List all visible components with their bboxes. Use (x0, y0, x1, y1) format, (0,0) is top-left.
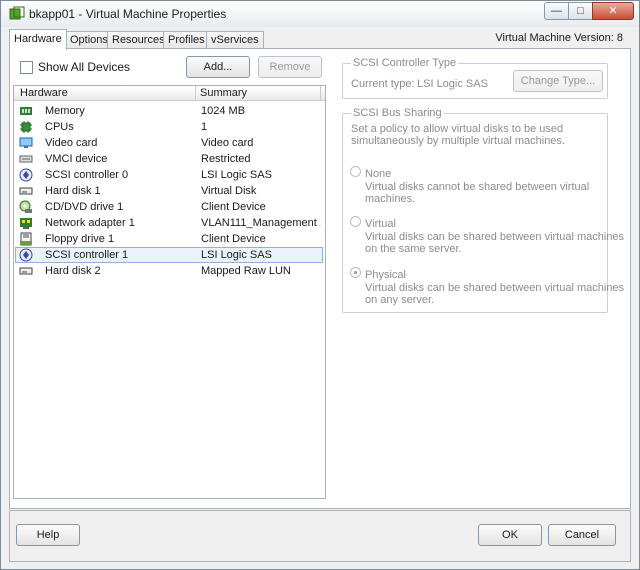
scsi-bus-sharing-title: SCSI Bus Sharing (351, 107, 444, 119)
hardware-row-network-adapter-1[interactable]: Network adapter 1 VLAN111_Management ... (15, 215, 323, 231)
hardware-name: Video card (45, 137, 98, 149)
scsi-controller-icon (19, 168, 33, 182)
hardware-summary: VLAN111_Management ... (201, 217, 321, 229)
hardware-row-video-card[interactable]: Video card Video card (15, 135, 323, 151)
hardware-name: SCSI controller 0 (45, 169, 129, 181)
bus-sharing-physical-desc: on any server. (365, 294, 435, 306)
hardware-row-floppy-drive-1[interactable]: Floppy drive 1 Client Device (15, 231, 323, 247)
cancel-button[interactable]: Cancel (548, 524, 616, 546)
title-bar: bkapp01 - Virtual Machine Properties — □… (1, 1, 639, 27)
hardware-summary: Restricted (201, 153, 251, 165)
tab-hardware[interactable]: Hardware (9, 29, 67, 50)
hardware-list-header: Hardware Summary (14, 86, 325, 101)
change-type-button[interactable]: Change Type... (513, 70, 603, 92)
floppy-drive-icon (20, 232, 32, 246)
current-type-value: LSI Logic SAS (417, 78, 488, 90)
bus-sharing-description-line: simultaneously by multiple virtual machi… (351, 135, 565, 147)
hardware-name: Network adapter 1 (45, 217, 135, 229)
minimize-button[interactable]: — (544, 2, 569, 20)
bus-sharing-virtual-desc: Virtual disks can be shared between virt… (365, 231, 625, 243)
hardware-row-scsi-controller-1[interactable]: SCSI controller 1 LSI Logic SAS (15, 247, 323, 263)
scsi-controller-icon (19, 248, 33, 262)
remove-button[interactable]: Remove (258, 56, 322, 78)
bus-sharing-none-desc: machines. (365, 193, 416, 205)
hardware-summary: LSI Logic SAS (201, 249, 272, 261)
hardware-summary: 1024 MB (201, 105, 246, 117)
hard-disk-icon (19, 187, 33, 195)
video-card-icon (19, 137, 33, 148)
tab-options[interactable]: Options (65, 31, 113, 49)
bus-sharing-physical-desc: Virtual disks can be shared between virt… (365, 282, 625, 294)
hardware-row-memory[interactable]: Memory 1024 MB (15, 103, 323, 119)
hardware-name: Hard disk 1 (45, 185, 101, 197)
memory-icon (20, 107, 32, 115)
help-button[interactable]: Help (16, 524, 80, 546)
hardware-row-vmci-device[interactable]: VMCI device Restricted (15, 151, 323, 167)
bus-sharing-none-desc: Virtual disks cannot be shared between v… (365, 181, 590, 193)
hardware-row-cpus[interactable]: CPUs 1 (15, 119, 323, 135)
hardware-name: CPUs (45, 121, 74, 133)
hard-disk-icon (19, 267, 33, 275)
hardware-name: SCSI controller 1 (45, 249, 129, 261)
tab-vservices[interactable]: vServices (206, 31, 264, 49)
scsi-controller-type-group: SCSI Controller Type Current type: LSI L… (342, 57, 608, 99)
close-button[interactable]: ✕ (592, 2, 634, 20)
bus-sharing-none-label[interactable]: None (365, 168, 391, 180)
hardware-summary: 1 (201, 121, 208, 133)
show-all-devices-label: Show All Devices (38, 60, 131, 74)
hardware-summary: Video card (201, 137, 254, 149)
bus-sharing-physical-label[interactable]: Physical (365, 269, 406, 281)
tab-profiles[interactable]: Profiles (163, 31, 210, 49)
cd-dvd-icon (19, 200, 32, 213)
bus-sharing-none-radio[interactable] (350, 166, 361, 177)
vmci-device-icon (19, 155, 33, 163)
column-header-hardware[interactable]: Hardware (20, 87, 68, 99)
vm-version-label: Virtual Machine Version: 8 (495, 32, 623, 44)
column-header-summary[interactable]: Summary (200, 87, 247, 99)
hardware-row-scsi-controller-0[interactable]: SCSI controller 0 LSI Logic SAS (15, 167, 323, 183)
show-all-devices-checkbox[interactable] (20, 61, 33, 74)
ok-button[interactable]: OK (478, 524, 542, 546)
cpu-icon (20, 121, 32, 133)
hardware-list: Hardware Summary Memory 1024 MB CPUs 1 V… (13, 85, 326, 499)
scsi-bus-sharing-group: SCSI Bus Sharing Set a policy to allow v… (342, 107, 624, 313)
hardware-name: Floppy drive 1 (45, 233, 115, 245)
scsi-controller-type-title: SCSI Controller Type (351, 57, 459, 69)
hardware-name: VMCI device (45, 153, 108, 165)
window-title: bkapp01 - Virtual Machine Properties (29, 7, 227, 21)
maximize-button[interactable]: □ (568, 2, 593, 20)
hardware-summary: Client Device (201, 201, 266, 213)
hardware-row-hard-disk-1[interactable]: Hard disk 1 Virtual Disk (15, 183, 323, 199)
bus-sharing-virtual-label[interactable]: Virtual (365, 218, 396, 230)
vm-properties-dialog: bkapp01 - Virtual Machine Properties — □… (0, 0, 640, 570)
bus-sharing-physical-radio[interactable] (350, 267, 361, 278)
hardware-summary: Virtual Disk (201, 185, 257, 197)
bus-sharing-description-line: Set a policy to allow virtual disks to b… (351, 123, 564, 135)
hardware-summary: Client Device (201, 233, 266, 245)
bus-sharing-virtual-desc: on the same server. (365, 243, 462, 255)
tab-resources[interactable]: Resources (107, 31, 170, 49)
dialog-button-bar: Help OK Cancel (9, 510, 631, 562)
vm-app-icon (9, 6, 25, 20)
current-type-label: Current type: (351, 78, 415, 90)
hardware-summary: Mapped Raw LUN (201, 265, 291, 277)
network-adapter-icon (20, 218, 32, 229)
hardware-name: CD/DVD drive 1 (45, 201, 124, 213)
hardware-row-hard-disk-2[interactable]: Hard disk 2 Mapped Raw LUN (15, 263, 323, 279)
hardware-summary: LSI Logic SAS (201, 169, 272, 181)
bus-sharing-virtual-radio[interactable] (350, 216, 361, 227)
hardware-name: Hard disk 2 (45, 265, 101, 277)
hardware-row-cd-dvd-drive-1[interactable]: CD/DVD drive 1 Client Device (15, 199, 323, 215)
add-button[interactable]: Add... (186, 56, 250, 78)
hardware-tab-panel: Show All Devices Add... Remove Hardware … (9, 48, 631, 509)
hardware-name: Memory (45, 105, 85, 117)
